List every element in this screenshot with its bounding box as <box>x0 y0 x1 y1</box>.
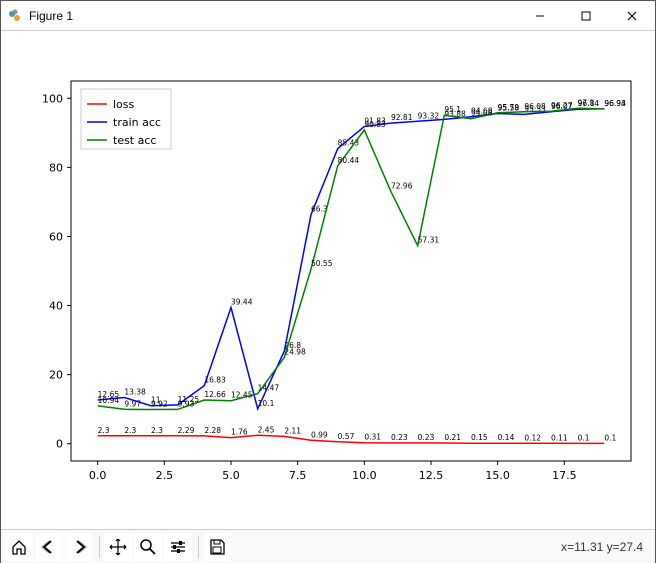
value-label: 0.12 <box>524 433 541 442</box>
value-label: 80.44 <box>338 156 360 165</box>
forward-button[interactable] <box>65 533 93 561</box>
value-label: 0.23 <box>391 433 408 442</box>
cursor-coordinates: x=11.31 y=27.4 <box>561 540 651 554</box>
value-label: 10.1 <box>258 399 275 408</box>
x-tick-label: 15.0 <box>485 469 510 482</box>
back-button[interactable] <box>35 533 63 561</box>
value-label: 0.31 <box>364 433 381 442</box>
window-title: Figure 1 <box>29 9 73 23</box>
minimize-button[interactable] <box>517 1 563 31</box>
back-arrow-icon <box>40 538 58 556</box>
value-label: 50.55 <box>311 259 333 268</box>
figure-canvas[interactable]: 0.0 2.5 5.0 7.5 10.0 12.5 15.0 17.5 0 20 40 60 80 100… <box>1 31 655 529</box>
app-icon <box>7 8 23 24</box>
value-label: 96.27 <box>551 101 573 110</box>
value-label: 0.1 <box>578 433 590 442</box>
legend-label: test acc <box>113 134 156 147</box>
value-label: 95.79 <box>498 103 520 112</box>
series-line-train-acc <box>98 109 605 409</box>
save-icon <box>208 538 226 556</box>
value-label: 0.14 <box>498 433 515 442</box>
value-label: 2.45 <box>258 425 275 434</box>
x-tick-label: 7.5 <box>289 469 307 482</box>
home-icon <box>10 538 28 556</box>
value-label: 92.81 <box>391 113 413 122</box>
value-label: 96.08 <box>524 102 546 111</box>
pan-icon <box>109 538 127 556</box>
value-label: 2.3 <box>124 426 136 435</box>
legend-label: loss <box>113 98 135 111</box>
value-label: 0.57 <box>338 432 355 441</box>
y-tick-label: 20 <box>49 369 63 382</box>
toolbar-separator <box>99 536 100 558</box>
y-tick-label: 60 <box>49 230 63 243</box>
legend-label: train acc <box>113 116 161 129</box>
value-label: 95.1 <box>444 105 461 114</box>
value-label: 57.31 <box>418 236 440 245</box>
value-label: 0.21 <box>444 433 461 442</box>
value-label: 10.94 <box>98 396 120 405</box>
value-label: 97.1 <box>578 98 595 107</box>
value-label: 90.83 <box>364 120 386 129</box>
value-label: 12.66 <box>204 390 226 399</box>
value-label: 0.15 <box>471 433 488 442</box>
y-tick-label: 0 <box>56 438 63 451</box>
x-tick-label: 12.5 <box>419 469 444 482</box>
x-tick-label: 10.0 <box>352 469 377 482</box>
zoom-icon <box>139 538 157 556</box>
value-label: 9.97 <box>124 399 141 408</box>
x-tick-label: 0.0 <box>89 469 107 482</box>
home-button[interactable] <box>5 533 33 561</box>
value-label: 0.1 <box>604 433 616 442</box>
value-label: 0.23 <box>418 433 435 442</box>
series-line-test-acc <box>98 108 605 409</box>
value-label: 96.93 <box>604 99 626 108</box>
value-label: 2.29 <box>178 426 195 435</box>
pan-button[interactable] <box>104 533 132 561</box>
value-label: 0.11 <box>551 433 568 442</box>
zoom-button[interactable] <box>134 533 162 561</box>
value-label: 39.44 <box>231 297 253 306</box>
x-tick-label: 2.5 <box>156 469 174 482</box>
value-label: 2.3 <box>98 426 110 435</box>
configure-button[interactable] <box>164 533 192 561</box>
value-label: 1.76 <box>231 428 248 437</box>
value-label: 13.38 <box>124 388 146 397</box>
save-button[interactable] <box>203 533 231 561</box>
value-label: 14.47 <box>258 384 280 393</box>
y-tick-label: 80 <box>49 161 63 174</box>
value-label: 94.08 <box>471 109 493 118</box>
maximize-button[interactable] <box>563 1 609 31</box>
plot-svg: 0.0 2.5 5.0 7.5 10.0 12.5 15.0 17.5 0 20 40 60 80 100… <box>1 31 655 529</box>
value-label: 24.98 <box>284 347 306 356</box>
value-label: 2.3 <box>151 426 163 435</box>
value-label: 0.99 <box>311 430 328 439</box>
forward-arrow-icon <box>70 538 88 556</box>
nav-toolbar: x=11.31 y=27.4 <box>1 529 655 563</box>
value-label: 16.83 <box>204 376 226 385</box>
value-label: 12.45 <box>231 391 253 400</box>
y-tick-label: 40 <box>49 300 63 313</box>
sliders-icon <box>169 538 187 556</box>
value-label: 72.96 <box>391 182 413 191</box>
value-label: 9.93 <box>178 399 195 408</box>
value-label: 93.32 <box>418 111 440 120</box>
x-tick-label: 5.0 <box>222 469 240 482</box>
value-label: 9.92 <box>151 399 168 408</box>
value-label: 2.11 <box>284 426 301 435</box>
y-tick-label: 100 <box>42 92 63 105</box>
value-label: 2.28 <box>204 426 221 435</box>
x-tick-label: 17.5 <box>552 469 577 482</box>
window-titlebar: Figure 1 <box>1 1 655 31</box>
close-button[interactable] <box>609 1 655 31</box>
toolbar-separator <box>198 536 199 558</box>
